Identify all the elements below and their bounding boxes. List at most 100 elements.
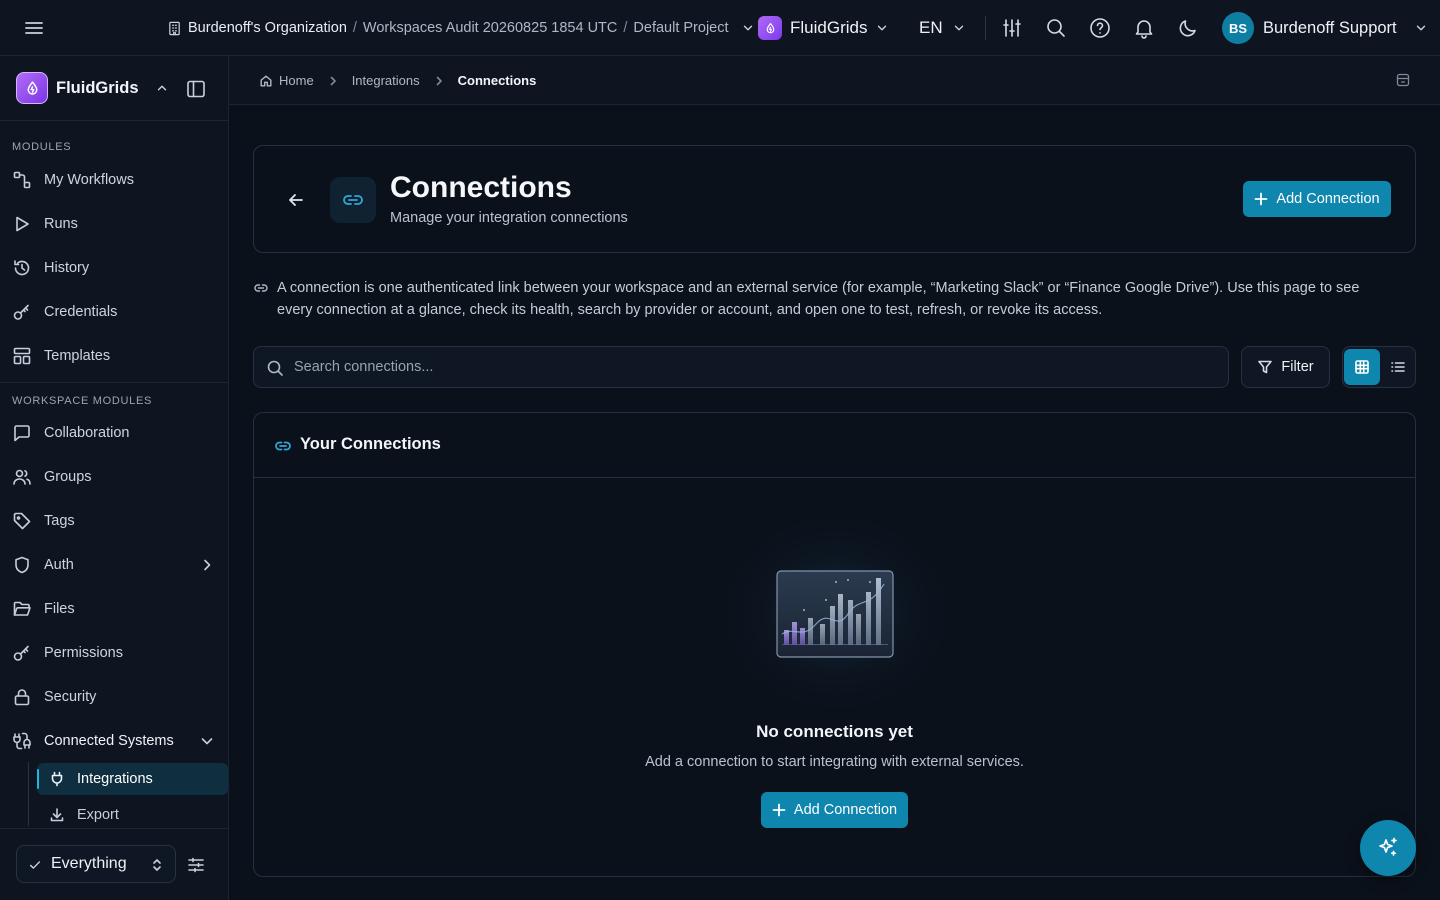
scope-select[interactable]: Everything <box>16 845 176 883</box>
key-icon <box>12 302 32 322</box>
sparkles-icon <box>1379 837 1397 856</box>
sidebar-item-label: Tags <box>44 513 75 529</box>
add-connection-button[interactable]: Add Connection <box>1243 181 1391 217</box>
sidebar-item-label: Credentials <box>44 304 118 320</box>
menu-icon[interactable] <box>22 16 46 40</box>
sidebar-item-label: Connected Systems <box>44 733 174 749</box>
search-icon[interactable] <box>1044 16 1068 40</box>
plug-icon <box>49 771 65 787</box>
chevron-down-icon <box>875 21 889 35</box>
workspace-selector[interactable]: Burdenoff's Organization / Workspaces Au… <box>167 17 755 39</box>
sidebar-item-groups[interactable]: Groups <box>0 455 228 499</box>
info-text: A connection is one authenticated link b… <box>277 280 1360 318</box>
connections-title: Your Connections <box>300 435 441 453</box>
filter-button[interactable]: Filter <box>1241 346 1330 388</box>
info-note: A connection is one authenticated link b… <box>253 277 1393 321</box>
bell-icon[interactable] <box>1132 16 1156 40</box>
fluidgrids-logo-icon <box>16 72 48 104</box>
search-bar[interactable] <box>253 346 1229 388</box>
brand-switcher[interactable]: FluidGrids <box>16 72 169 104</box>
grid-icon <box>1355 360 1369 374</box>
sidebar-item-label: Groups <box>44 469 92 485</box>
section-label-workspace-modules: WORKSPACE MODULES <box>12 395 153 407</box>
connections-panel: Your Connections No connections yet Add … <box>253 412 1416 877</box>
folder-icon <box>12 599 32 619</box>
sidebar-item-my-workflows[interactable]: My Workflows <box>0 158 228 202</box>
sidebar-item-integrations[interactable]: Integrations <box>37 763 228 795</box>
breadcrumb-home[interactable]: Home <box>279 73 314 88</box>
view-toggle <box>1342 346 1416 388</box>
path-separator: / <box>352 20 357 36</box>
building-icon <box>167 21 182 36</box>
search-icon <box>266 359 284 377</box>
grid-view-button[interactable] <box>1344 349 1380 385</box>
empty-add-connection-button[interactable]: Add Connection <box>761 792 908 828</box>
chevron-down-icon <box>199 733 215 749</box>
section-label-modules: MODULES <box>12 141 72 153</box>
user-menu[interactable]: BS Burdenoff Support <box>1222 12 1428 44</box>
chevron-right-icon <box>433 75 445 87</box>
user-name: Burdenoff Support <box>1263 18 1397 37</box>
sidebar-item-label: Export <box>77 807 119 823</box>
chat-icon <box>12 423 32 443</box>
panel-icon[interactable] <box>1395 72 1411 88</box>
sidebar-item-label: Security <box>44 689 97 705</box>
sidebar-item-security[interactable]: Security <box>0 675 228 719</box>
search-input[interactable] <box>294 347 1214 387</box>
list-icon <box>1391 362 1405 372</box>
sidebar-item-collaboration[interactable]: Collaboration <box>0 411 228 455</box>
help-icon[interactable] <box>1088 16 1112 40</box>
app-switcher[interactable]: FluidGrids <box>758 15 889 41</box>
sidebar-item-permissions[interactable]: Permissions <box>0 631 228 675</box>
subtree-line <box>28 762 29 826</box>
lock-icon <box>12 687 32 707</box>
shield-icon <box>12 555 32 575</box>
connections-header: Your Connections <box>254 413 1415 478</box>
toolbar-divider <box>985 16 986 40</box>
breadcrumb-current: Connections <box>457 73 537 88</box>
history-icon <box>12 258 32 278</box>
settings-sliders-icon[interactable] <box>186 855 206 875</box>
ai-assistant-button[interactable] <box>1360 820 1416 876</box>
sidebar-item-label: Integrations <box>77 771 153 787</box>
sidebar-item-label: My Workflows <box>44 172 134 188</box>
brand-name: FluidGrids <box>56 78 139 97</box>
plus-icon <box>1255 192 1268 206</box>
language-selector[interactable]: EN <box>919 16 966 40</box>
sidebar-item-files[interactable]: Files <box>0 587 228 631</box>
sidebar-item-export[interactable]: Export <box>37 799 228 831</box>
sidebar-item-credentials[interactable]: Credentials <box>0 290 228 334</box>
workflow-icon <box>12 170 32 190</box>
org-name: Burdenoff's Organization <box>188 20 347 36</box>
link-icon <box>330 177 376 223</box>
add-connection-label: Add Connection <box>1276 191 1380 207</box>
sidebar-toggle-icon[interactable] <box>185 78 207 100</box>
page-header: Connections Manage your integration conn… <box>253 145 1416 253</box>
list-view-button[interactable] <box>1380 349 1415 385</box>
empty-add-connection-label: Add Connection <box>793 802 898 818</box>
page-subtitle: Manage your integration connections <box>390 210 628 226</box>
sidebar-item-connected-systems[interactable]: Connected Systems <box>0 719 228 763</box>
breadcrumb-integrations[interactable]: Integrations <box>352 73 420 88</box>
sidebar-item-auth[interactable]: Auth <box>0 543 228 587</box>
sidebar-item-label: Templates <box>44 348 111 364</box>
sidebar-item-tags[interactable]: Tags <box>0 499 228 543</box>
plus-icon <box>772 803 786 817</box>
download-icon <box>49 807 65 823</box>
sliders-icon[interactable] <box>1000 16 1024 40</box>
sidebar-item-templates[interactable]: Templates <box>0 334 228 378</box>
sidebar-item-label: Collaboration <box>44 425 130 441</box>
home-icon <box>259 74 273 88</box>
back-arrow-icon[interactable] <box>286 190 306 210</box>
app-name: FluidGrids <box>790 18 868 37</box>
breadcrumb: Home Integrations Connections <box>259 72 536 89</box>
sidebar-item-runs[interactable]: Runs <box>0 202 228 246</box>
sidebar-item-label: Runs <box>44 216 78 232</box>
language-code: EN <box>919 18 943 37</box>
sidebar-item-label: Files <box>44 601 75 617</box>
chevron-down-icon <box>741 21 755 35</box>
sidebar-item-history[interactable]: History <box>0 246 228 290</box>
chevron-down-icon <box>952 21 966 35</box>
moon-icon[interactable] <box>1176 16 1200 40</box>
play-icon <box>12 214 32 234</box>
